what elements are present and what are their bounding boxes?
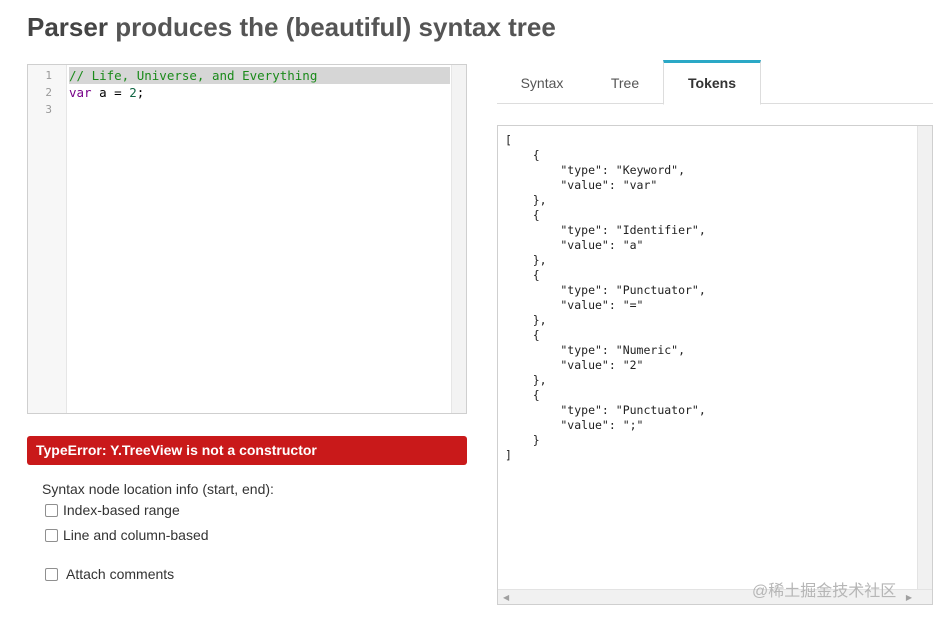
line-number: 1 (45, 69, 52, 82)
output-tabs: Syntax Tree Tokens (497, 60, 933, 105)
page-title-rest: produces the (beautiful) syntax tree (107, 12, 556, 42)
line-number: 2 (45, 86, 52, 99)
code-keyword: var (69, 85, 92, 100)
error-message: TypeError: Y.TreeView is not a construct… (27, 436, 467, 465)
tab-tokens[interactable]: Tokens (663, 60, 761, 105)
location-info-label: Syntax node location info (start, end): (42, 481, 274, 497)
tab-syntax[interactable]: Syntax (497, 60, 587, 104)
index-range-label: Index-based range (63, 502, 180, 518)
code-text: ; (136, 85, 145, 100)
page-title-bold: Parser (27, 12, 108, 42)
attach-comments-checkbox[interactable] (45, 567, 58, 581)
output-vertical-scrollbar[interactable] (917, 126, 932, 591)
scroll-right-icon[interactable]: ▶ (906, 593, 912, 602)
tokens-output[interactable]: [ { "type": "Keyword", "value": "var" },… (497, 125, 933, 605)
index-range-checkbox[interactable] (45, 503, 58, 517)
scroll-left-icon[interactable]: ◀ (503, 593, 509, 602)
tokens-json: [ { "type": "Keyword", "value": "var" },… (505, 133, 706, 462)
line-column-label: Line and column-based (63, 527, 209, 543)
attach-comments-label: Attach comments (66, 566, 175, 582)
line-column-checkbox[interactable] (45, 528, 58, 542)
code-comment: // Life, Universe, and Everything (69, 68, 318, 83)
code-number: 2 (129, 85, 137, 100)
code-line-2[interactable]: var a = 2; (69, 84, 144, 101)
attach-comments-option[interactable]: Attach comments (45, 566, 174, 582)
tab-tree[interactable]: Tree (587, 60, 663, 104)
code-text: a = (91, 85, 130, 100)
code-line-1[interactable]: // Life, Universe, and Everything (69, 67, 450, 84)
code-editor[interactable]: 1 2 3 // Life, Universe, and Everything … (27, 64, 467, 414)
page-title: Parser produces the (beautiful) syntax t… (27, 12, 556, 43)
watermark: @稀土掘金技术社区 (752, 583, 897, 600)
index-range-option[interactable]: Index-based range (45, 502, 180, 518)
line-column-option[interactable]: Line and column-based (45, 527, 209, 543)
line-number: 3 (45, 103, 52, 116)
line-number-gutter: 1 2 3 (28, 65, 67, 413)
editor-scrollbar[interactable] (451, 65, 466, 413)
